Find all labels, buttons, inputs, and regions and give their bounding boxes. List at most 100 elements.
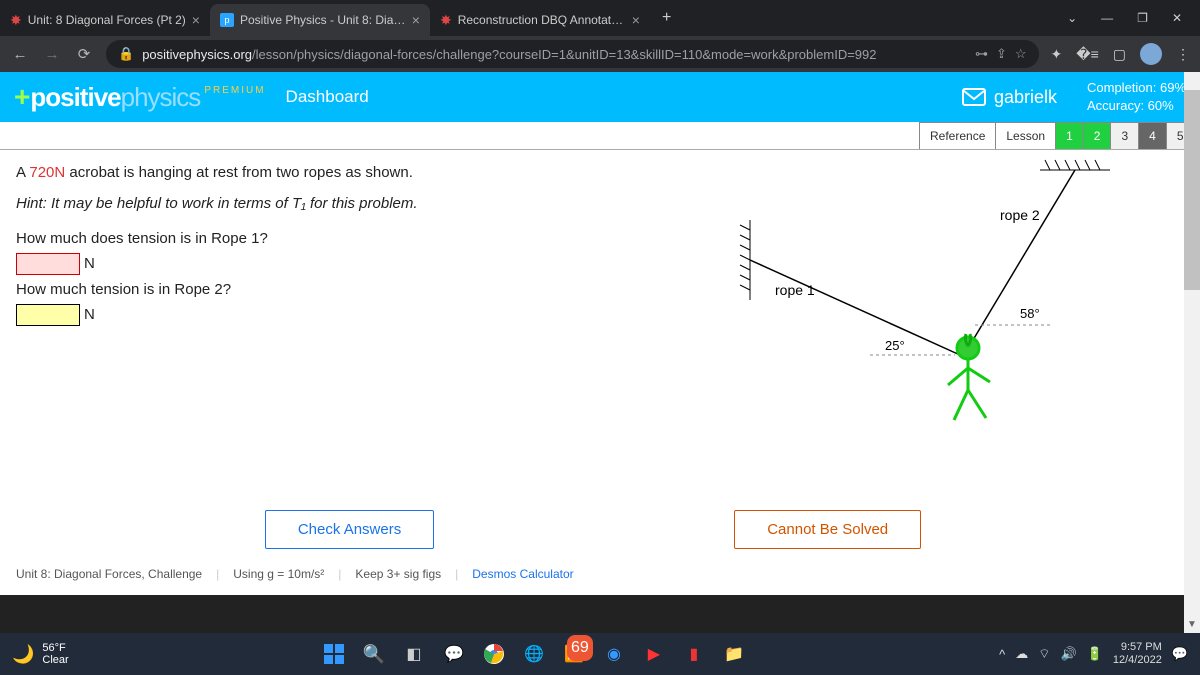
scroll-down-button[interactable]: ▼ — [1184, 617, 1200, 633]
side-panel-icon[interactable]: ▢ — [1113, 46, 1126, 63]
tab-problem-3[interactable]: 3 — [1110, 122, 1139, 149]
completion-text: Completion: 69% — [1087, 79, 1186, 97]
share-icon[interactable]: ⇪ — [996, 46, 1007, 62]
force-value: 720N — [29, 164, 65, 181]
unit-label: N — [84, 255, 95, 272]
tab-title: Unit: 8 Diagonal Forces (Pt 2) — [28, 13, 186, 27]
search-icon[interactable]: 🔍 — [361, 641, 387, 667]
site-icon: p — [220, 13, 234, 27]
temperature: 56°F — [42, 642, 68, 654]
tab-problem-1[interactable]: 1 — [1055, 122, 1084, 149]
gear-icon: ✸ — [10, 12, 22, 29]
gear-icon: ✸ — [440, 12, 452, 29]
footer-info: Unit 8: Diagonal Forces, Challenge| Usin… — [16, 567, 574, 581]
weather-icon[interactable]: 🌙 — [12, 644, 34, 665]
close-icon[interactable]: × — [412, 12, 420, 28]
tab-title: Reconstruction DBQ Annotations — [458, 13, 626, 27]
notification-icon[interactable]: 💬 — [1172, 646, 1188, 662]
reading-list-icon[interactable]: �≡ — [1076, 46, 1099, 63]
new-tab-button[interactable]: + — [650, 9, 683, 27]
date: 12/4/2022 — [1113, 654, 1162, 667]
reload-button[interactable]: ⟳ — [74, 45, 94, 63]
chrome-icon[interactable] — [481, 641, 507, 667]
outlook-icon[interactable]: ◉ — [601, 641, 627, 667]
rope2-label: rope 2 — [1000, 207, 1040, 223]
battery-icon[interactable]: 🔋 — [1087, 646, 1103, 662]
sigfigs-label: Keep 3+ sig figs — [355, 567, 441, 581]
url-domain: positivephysics.org — [142, 47, 252, 62]
tab-lesson[interactable]: Lesson — [995, 122, 1056, 149]
lock-icon: 🔒 — [118, 46, 134, 62]
start-button[interactable] — [321, 641, 347, 667]
stats: Completion: 69% Accuracy: 60% — [1087, 79, 1186, 115]
problem-nav: Reference Lesson 1 2 3 4 5 — [0, 122, 1200, 150]
plus-icon: + — [14, 81, 30, 113]
app-icon[interactable]: 📶69 — [561, 641, 587, 667]
app-header: + positivephysics PREMIUM Dashboard gabr… — [0, 72, 1200, 122]
rope1-label: rope 1 — [775, 282, 815, 298]
problem-diagram: rope 1 25° rope 2 58° — [690, 150, 1160, 450]
close-icon[interactable]: ✕ — [1172, 11, 1182, 25]
address-bar[interactable]: 🔒 positivephysics.org/lesson/physics/dia… — [106, 40, 1039, 68]
clock[interactable]: 9:57 PM 12/4/2022 — [1113, 641, 1162, 667]
menu-icon[interactable]: ⋮ — [1176, 46, 1190, 63]
cannot-be-solved-button[interactable]: Cannot Be Solved — [734, 510, 921, 549]
explorer-icon[interactable]: 📁 — [721, 641, 747, 667]
accuracy-text: Accuracy: 60% — [1087, 97, 1186, 115]
youtube-icon[interactable]: ▶ — [641, 641, 667, 667]
dashboard-link[interactable]: Dashboard — [286, 87, 369, 107]
profile-avatar[interactable] — [1140, 43, 1162, 65]
browser-tab[interactable]: ✸ Unit: 8 Diagonal Forces (Pt 2) × — [0, 4, 210, 36]
chevron-up-icon[interactable]: ^ — [999, 647, 1005, 662]
chevron-down-icon[interactable]: ⌄ — [1067, 11, 1077, 25]
task-view-icon[interactable]: ◧ — [401, 641, 427, 667]
volume-icon[interactable]: 🔊 — [1061, 646, 1077, 662]
weather-widget[interactable]: 56°F Clear — [42, 642, 68, 666]
star-icon[interactable]: ☆ — [1015, 46, 1027, 62]
time: 9:57 PM — [1113, 641, 1162, 654]
user-menu[interactable]: gabrielk — [962, 87, 1057, 108]
taskbar: 🌙 56°F Clear 🔍 ◧ 💬 🌐 📶69 ◉ ▶ ▮ 📁 ^ ☁ ⌔ 🔊… — [0, 633, 1200, 675]
angle1-label: 25° — [885, 338, 905, 353]
answer-input-1[interactable] — [16, 253, 80, 275]
edge-icon[interactable]: 🌐 — [521, 641, 547, 667]
logo[interactable]: positivephysics — [30, 82, 200, 113]
close-icon[interactable]: × — [192, 12, 200, 28]
close-icon[interactable]: × — [632, 12, 640, 28]
browser-tab[interactable]: ✸ Reconstruction DBQ Annotations × — [430, 4, 650, 36]
condition: Clear — [42, 654, 68, 666]
unit-label: Unit 8: Diagonal Forces, Challenge — [16, 567, 202, 581]
problem-content: A 720N acrobat is hanging at rest from t… — [0, 150, 1200, 595]
gravity-label: Using g = 10m/s² — [233, 567, 324, 581]
forward-button[interactable]: → — [42, 46, 62, 63]
minimize-icon[interactable]: — — [1101, 11, 1113, 25]
unit-label: N — [84, 306, 95, 323]
tab-problem-2[interactable]: 2 — [1083, 122, 1112, 149]
desmos-link[interactable]: Desmos Calculator — [472, 567, 573, 581]
mail-icon — [962, 88, 986, 106]
wifi-icon[interactable]: ⌔ — [1038, 646, 1050, 662]
angle2-label: 58° — [1020, 306, 1040, 321]
onedrive-icon[interactable]: ☁ — [1015, 646, 1028, 662]
tab-problem-4[interactable]: 4 — [1138, 122, 1167, 149]
office-icon[interactable]: ▮ — [681, 641, 707, 667]
browser-toolbar: ← → ⟳ 🔒 positivephysics.org/lesson/physi… — [0, 36, 1200, 72]
key-icon[interactable]: ⊶ — [975, 46, 988, 62]
browser-titlebar: ✸ Unit: 8 Diagonal Forces (Pt 2) × p Pos… — [0, 0, 1200, 36]
tab-reference[interactable]: Reference — [919, 122, 996, 149]
tab-title: Positive Physics - Unit 8: Diagona — [240, 13, 406, 27]
notification-badge: 69 — [567, 635, 593, 661]
answer-input-2[interactable] — [16, 304, 80, 326]
system-tray: ^ ☁ ⌔ 🔊 🔋 9:57 PM 12/4/2022 💬 — [999, 641, 1188, 667]
chat-icon[interactable]: 💬 — [441, 641, 467, 667]
username: gabrielk — [994, 87, 1057, 108]
premium-badge: PREMIUM — [204, 85, 265, 96]
check-answers-button[interactable]: Check Answers — [265, 510, 434, 549]
back-button[interactable]: ← — [10, 46, 30, 63]
extensions-icon[interactable]: ✦ — [1051, 46, 1063, 63]
taskbar-apps: 🔍 ◧ 💬 🌐 📶69 ◉ ▶ ▮ 📁 — [321, 641, 747, 667]
browser-tab[interactable]: p Positive Physics - Unit 8: Diagona × — [210, 4, 430, 36]
maximize-icon[interactable]: ❐ — [1137, 11, 1148, 25]
scrollbar-thumb[interactable] — [1184, 90, 1200, 290]
url-path: /lesson/physics/diagonal-forces/challeng… — [252, 47, 876, 62]
